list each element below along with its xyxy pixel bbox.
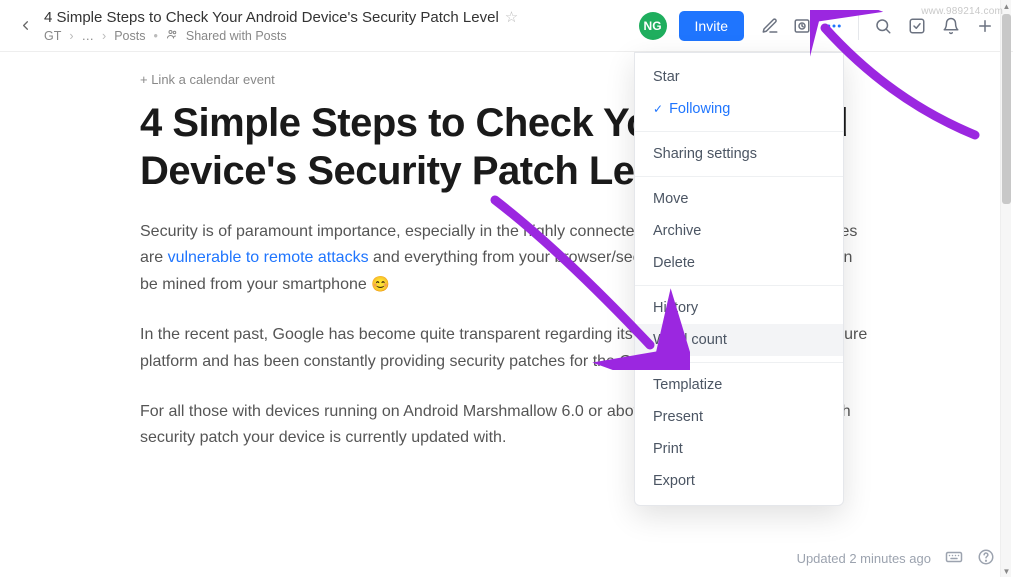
menu-separator	[635, 131, 843, 132]
search-icon	[874, 17, 892, 35]
bell-icon	[942, 17, 960, 35]
check-icon: ✓	[653, 102, 663, 116]
watermark-text: www.989214.com	[921, 6, 1003, 17]
footer: Updated 2 minutes ago	[797, 548, 995, 569]
menu-star[interactable]: Star	[635, 61, 843, 93]
breadcrumb: GT › … › Posts • Shared with Posts	[44, 28, 518, 43]
clock-button[interactable]	[786, 10, 818, 42]
menu-sharing-settings[interactable]: Sharing settings	[635, 138, 843, 170]
pencil-icon	[761, 17, 779, 35]
document-content: + Link a calendar event 4 Simple Steps t…	[0, 52, 1013, 544]
star-outline-icon[interactable]: ☆	[505, 8, 518, 26]
breadcrumb-ellipsis[interactable]: …	[82, 29, 95, 43]
help-button[interactable]	[977, 548, 995, 569]
breadcrumb-sep: ›	[102, 29, 106, 43]
plus-icon	[976, 17, 994, 35]
more-options-button[interactable]	[818, 10, 850, 42]
dots-horizontal-icon	[825, 17, 843, 35]
title-area: 4 Simple Steps to Check Your Android Dev…	[44, 8, 518, 43]
menu-following[interactable]: ✓ Following	[635, 93, 843, 125]
breadcrumb-sep: ›	[69, 29, 73, 43]
menu-present[interactable]: Present	[635, 401, 843, 433]
help-icon	[977, 548, 995, 566]
doc-title[interactable]: 4 Simple Steps to Check Your Android Dev…	[44, 9, 499, 26]
menu-separator	[635, 362, 843, 363]
menu-word-count[interactable]: Word count	[635, 324, 843, 356]
menu-export[interactable]: Export	[635, 465, 843, 497]
people-icon	[166, 28, 178, 43]
menu-separator	[635, 176, 843, 177]
breadcrumb-posts[interactable]: Posts	[114, 29, 145, 43]
more-options-menu: Star ✓ Following Sharing settings Move A…	[634, 52, 844, 506]
emoji-face: 😊	[371, 276, 390, 293]
menu-following-label: Following	[669, 101, 730, 117]
vertical-scrollbar[interactable]: ▲ ▼	[1000, 0, 1011, 577]
back-button[interactable]	[12, 13, 38, 39]
check-square-icon	[908, 17, 926, 35]
menu-archive[interactable]: Archive	[635, 215, 843, 247]
menu-history[interactable]: History	[635, 292, 843, 324]
breadcrumb-shared[interactable]: Shared with Posts	[186, 29, 287, 43]
scroll-down-icon[interactable]: ▼	[1001, 565, 1012, 577]
keyboard-icon	[945, 548, 963, 566]
breadcrumb-sep: •	[153, 29, 157, 43]
invite-button[interactable]: Invite	[679, 11, 744, 41]
avatar[interactable]: NG	[639, 12, 667, 40]
menu-move[interactable]: Move	[635, 183, 843, 215]
top-bar: 4 Simple Steps to Check Your Android Dev…	[0, 0, 1013, 52]
chevron-left-icon	[18, 18, 33, 33]
updated-text: Updated 2 minutes ago	[797, 551, 931, 566]
menu-templatize[interactable]: Templatize	[635, 369, 843, 401]
clock-square-icon	[793, 17, 811, 35]
scroll-thumb[interactable]	[1002, 14, 1011, 204]
toolbar-divider	[858, 12, 859, 40]
keyboard-button[interactable]	[945, 548, 963, 569]
menu-delete[interactable]: Delete	[635, 247, 843, 279]
vulnerable-link[interactable]: vulnerable to remote attacks	[168, 249, 369, 266]
edit-button[interactable]	[754, 10, 786, 42]
search-button[interactable]	[867, 10, 899, 42]
menu-print[interactable]: Print	[635, 433, 843, 465]
breadcrumb-root[interactable]: GT	[44, 29, 61, 43]
menu-separator	[635, 285, 843, 286]
